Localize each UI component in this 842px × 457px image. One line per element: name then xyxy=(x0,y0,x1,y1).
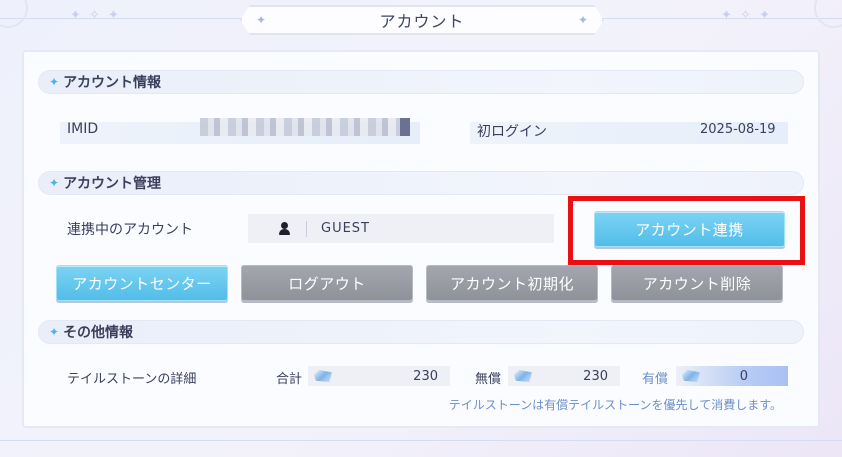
sparkle-decoration-left: ✦ ✧ ✦ xyxy=(70,8,121,23)
person-icon xyxy=(278,221,292,236)
tailstone-icon xyxy=(314,370,332,382)
star-icon: ✦ xyxy=(49,325,60,339)
imid-value-redacted xyxy=(200,118,410,136)
tailstone-icon xyxy=(514,370,532,382)
star-icon: ✦ xyxy=(49,176,60,190)
account-delete-button[interactable]: アカウント削除 xyxy=(611,265,783,301)
highlight-box xyxy=(568,196,805,265)
logout-button[interactable]: ログアウト xyxy=(241,265,413,301)
first-login-value: 2025-08-19 xyxy=(700,122,776,137)
corner-ornament-top-right xyxy=(814,0,842,28)
section-title: アカウント情報 xyxy=(63,75,162,91)
account-reset-button[interactable]: アカウント初期化 xyxy=(426,265,598,301)
paid-stone-value: 0 xyxy=(739,368,748,384)
section-header-account-info: ✦ アカウント情報 xyxy=(38,70,804,94)
sparkle-decoration-right: ✦ ✧ ✦ xyxy=(721,8,772,23)
consumption-note: テイルストーンは有償テイルストーンを優先して消費します。 xyxy=(448,398,782,412)
sparkle-icon: ✦ xyxy=(256,13,267,27)
section-header-account-management: ✦ アカウント管理 xyxy=(38,171,804,195)
corner-ornament-top-left xyxy=(0,0,28,28)
free-stone-box: 230 xyxy=(508,366,620,386)
section-title: その他情報 xyxy=(63,325,134,341)
imid-label: IMID xyxy=(67,121,99,137)
total-stone-box: 230 xyxy=(308,366,450,386)
total-label: 合計 xyxy=(276,372,303,387)
sparkle-icon: ✦ xyxy=(577,13,588,27)
first-login-label: 初ログイン xyxy=(477,124,547,140)
linked-account-label: 連携中のアカウント xyxy=(67,222,193,238)
section-header-other-info: ✦ その他情報 xyxy=(38,320,804,344)
free-label: 無償 xyxy=(475,372,502,387)
divider xyxy=(306,220,307,237)
linked-account-field: GUEST xyxy=(248,214,554,243)
total-stone-value: 230 xyxy=(413,368,438,384)
title-tab: ✦ アカウント ✦ xyxy=(240,5,604,35)
tailstone-detail-label: テイルストーンの詳細 xyxy=(67,372,197,387)
paid-stone-box: 0 xyxy=(676,366,788,386)
star-icon: ✦ xyxy=(49,75,60,89)
page-title: アカウント xyxy=(379,12,465,31)
frame-bottom-line xyxy=(0,440,842,441)
paid-label: 有償 xyxy=(642,372,669,387)
free-stone-value: 230 xyxy=(583,368,608,384)
linked-account-value: GUEST xyxy=(321,221,370,236)
imid-value-redacted-end xyxy=(400,118,410,136)
section-title: アカウント管理 xyxy=(63,176,162,192)
tailstone-icon xyxy=(682,370,700,382)
account-center-button[interactable]: アカウントセンター xyxy=(56,265,228,301)
